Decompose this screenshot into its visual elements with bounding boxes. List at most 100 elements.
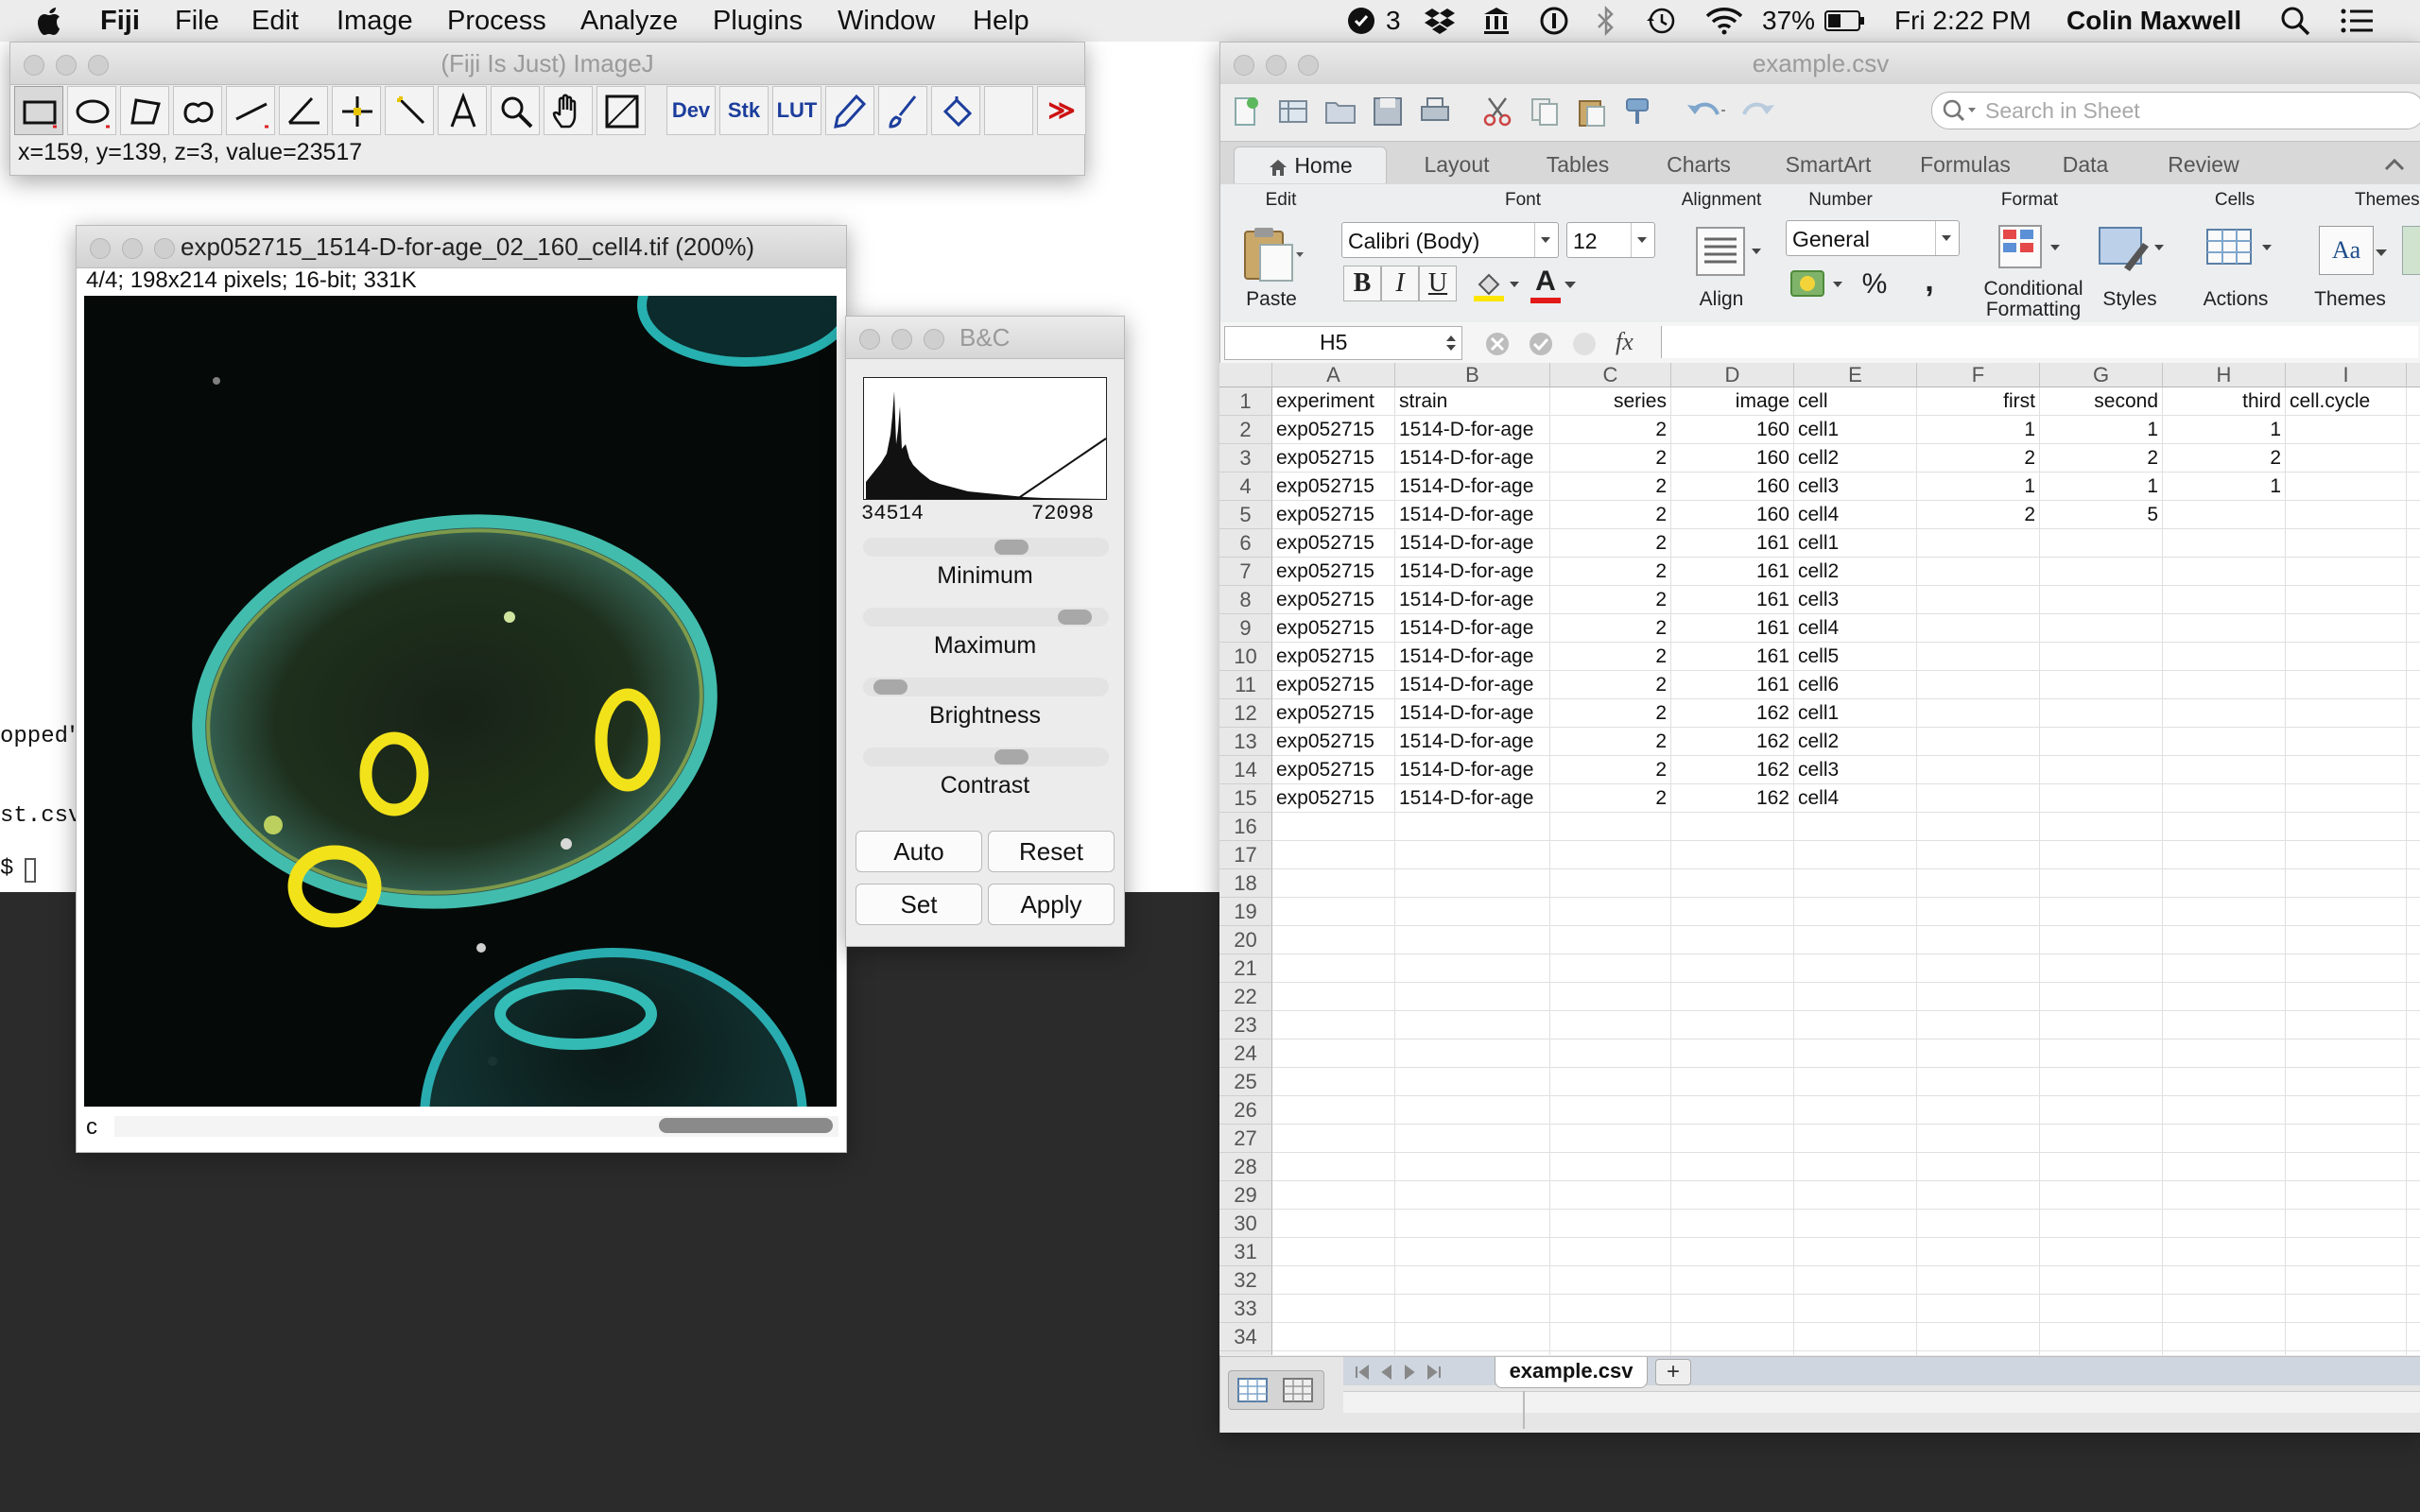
empty-cell[interactable] <box>1395 1068 1550 1096</box>
view-switcher[interactable] <box>1228 1370 1324 1410</box>
empty-cell[interactable] <box>1794 926 1917 954</box>
empty-cell[interactable] <box>1794 983 1917 1011</box>
empty-cell[interactable] <box>1794 813 1917 841</box>
brush-tool[interactable] <box>878 86 927 135</box>
header-cell[interactable]: cell.cycle <box>2286 387 2407 416</box>
empty-cell[interactable] <box>1272 1125 1395 1153</box>
empty-cell[interactable] <box>1917 898 2040 926</box>
chevron-down-icon[interactable] <box>2374 243 2389 262</box>
empty-cell[interactable] <box>1671 869 1794 898</box>
empty-cell[interactable] <box>2163 869 2286 898</box>
table-cell[interactable]: 160 <box>1671 444 1794 472</box>
empty-cell[interactable] <box>1395 1266 1550 1295</box>
styles-icon[interactable] <box>2096 220 2175 277</box>
table-cell[interactable]: 2 <box>1550 784 1671 813</box>
row-header[interactable]: 30 <box>1219 1210 1272 1238</box>
empty-cell[interactable] <box>2163 1125 2286 1153</box>
table-cell[interactable]: 1514-D-for-age <box>1395 643 1550 671</box>
table-cell[interactable] <box>2163 643 2286 671</box>
auto-button[interactable]: Auto <box>856 831 982 872</box>
empty-cell[interactable] <box>2163 1040 2286 1068</box>
row-header[interactable]: 19 <box>1219 898 1272 926</box>
empty-cell[interactable] <box>2163 898 2286 926</box>
minimize-button[interactable] <box>891 329 912 350</box>
empty-cell[interactable] <box>1550 813 1671 841</box>
user-name[interactable]: Colin Maxwell <box>2066 0 2241 42</box>
empty-cell[interactable] <box>1671 1210 1794 1238</box>
table-cell[interactable]: exp052715 <box>1272 699 1395 728</box>
cancel-entry-icon[interactable] <box>1483 330 1512 358</box>
zoom-button[interactable] <box>154 238 175 259</box>
empty-cell[interactable] <box>1917 1153 2040 1181</box>
empty-cell[interactable] <box>2163 954 2286 983</box>
font-name-select[interactable]: Calibri (Body) <box>1341 222 1559 258</box>
menu-process[interactable]: Process <box>447 0 546 42</box>
page-layout-view-icon[interactable] <box>1282 1377 1314 1403</box>
add-sheet-button[interactable]: + <box>1655 1359 1691 1385</box>
empty-cell[interactable] <box>1550 926 1671 954</box>
empty-cell[interactable] <box>1395 926 1550 954</box>
table-cell[interactable] <box>2286 586 2407 614</box>
table-cell[interactable]: 160 <box>1671 416 1794 444</box>
row-header[interactable]: 22 <box>1219 983 1272 1011</box>
empty-cell[interactable] <box>1272 869 1395 898</box>
table-cell[interactable]: 2 <box>1550 558 1671 586</box>
table-cell[interactable]: 1 <box>2163 416 2286 444</box>
table-cell[interactable] <box>1917 529 2040 558</box>
horizontal-scrollbar[interactable] <box>1343 1391 2420 1413</box>
empty-cell[interactable] <box>1395 898 1550 926</box>
table-cell[interactable]: 1514-D-for-age <box>1395 529 1550 558</box>
empty-cell[interactable] <box>1550 1295 1671 1323</box>
rectangle-tool[interactable] <box>14 86 63 135</box>
empty-cell[interactable] <box>2286 869 2407 898</box>
table-cell[interactable]: 2 <box>1917 501 2040 529</box>
column-header-h[interactable]: H <box>2163 363 2286 387</box>
empty-cell[interactable] <box>1395 869 1550 898</box>
empty-cell[interactable] <box>1671 1125 1794 1153</box>
row-header[interactable]: 9 <box>1219 614 1272 643</box>
row-header[interactable]: 27 <box>1219 1125 1272 1153</box>
table-cell[interactable]: 161 <box>1671 671 1794 699</box>
empty-cell[interactable] <box>1395 1351 1550 1355</box>
reset-button[interactable]: Reset <box>988 831 1115 872</box>
table-cell[interactable]: cell1 <box>1794 699 1917 728</box>
minimum-slider-knob[interactable] <box>994 540 1028 555</box>
empty-cell[interactable] <box>2040 926 2163 954</box>
empty-cell[interactable] <box>1272 926 1395 954</box>
empty-cell[interactable] <box>1794 1351 1917 1355</box>
empty-cell[interactable] <box>1671 1266 1794 1295</box>
empty-cell[interactable] <box>1550 1266 1671 1295</box>
table-cell[interactable]: 161 <box>1671 529 1794 558</box>
table-cell[interactable]: 1 <box>1917 472 2040 501</box>
empty-cell[interactable] <box>2407 387 2420 416</box>
empty-cell[interactable] <box>1395 841 1550 869</box>
empty-cell[interactable] <box>1794 1266 1917 1295</box>
align-label[interactable]: Align <box>1693 288 1750 311</box>
empty-cell[interactable] <box>1917 1266 2040 1295</box>
row-header[interactable]: 12 <box>1219 699 1272 728</box>
empty-cell[interactable] <box>2407 1125 2420 1153</box>
conditional-formatting-icon[interactable] <box>1996 220 2071 277</box>
empty-cell[interactable] <box>2163 813 2286 841</box>
empty-cell[interactable] <box>2407 756 2420 784</box>
empty-cell[interactable] <box>1671 1238 1794 1266</box>
row-header[interactable]: 8 <box>1219 586 1272 614</box>
table-cell[interactable]: cell4 <box>1794 614 1917 643</box>
header-cell[interactable]: first <box>1917 387 2040 416</box>
zoom-button[interactable] <box>924 329 944 350</box>
empty-cell[interactable] <box>1794 841 1917 869</box>
empty-cell[interactable] <box>2286 1351 2407 1355</box>
spreadsheet-grid[interactable]: A B C D E F G H I 1 experiment strain series image cel… <box>1219 363 2420 1355</box>
close-button[interactable] <box>859 329 880 350</box>
empty-cell[interactable] <box>2407 501 2420 529</box>
empty-cell[interactable] <box>1917 1068 2040 1096</box>
header-cell[interactable]: image <box>1671 387 1794 416</box>
table-cell[interactable] <box>2286 784 2407 813</box>
font-size-select[interactable]: 12 <box>1566 222 1655 258</box>
empty-cell[interactable] <box>2040 1096 2163 1125</box>
empty-cell[interactable] <box>1272 1096 1395 1125</box>
empty-cell[interactable] <box>1794 869 1917 898</box>
table-cell[interactable] <box>2163 756 2286 784</box>
confirm-entry-icon[interactable] <box>1527 330 1555 358</box>
empty-cell[interactable] <box>1272 983 1395 1011</box>
